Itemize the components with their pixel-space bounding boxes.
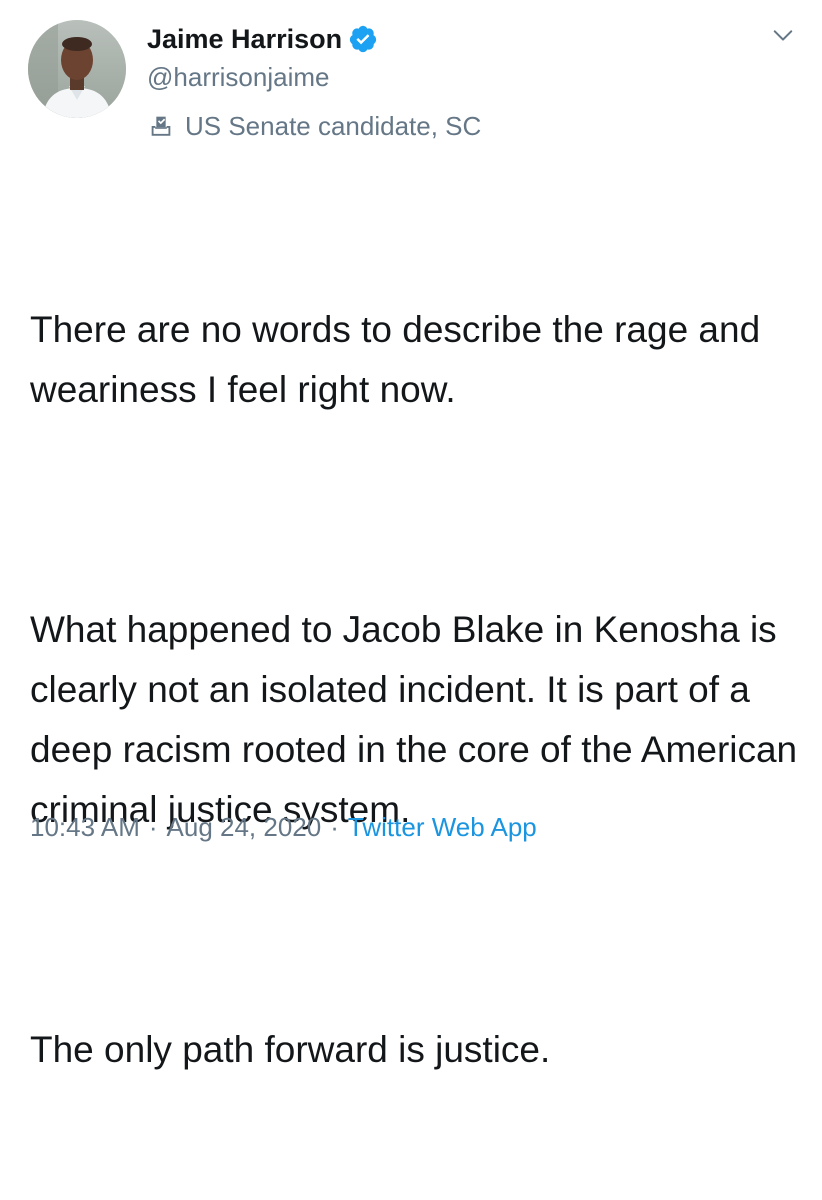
separator: · — [330, 812, 339, 842]
display-name[interactable]: Jaime Harrison — [147, 24, 342, 55]
tweet-paragraph: The only path forward is justice. — [30, 1029, 551, 1070]
chevron-down-icon[interactable] — [772, 24, 794, 46]
profile-photo — [28, 20, 126, 118]
tweet-card: Jaime Harrison @harrisonjaime US Senate … — [0, 0, 822, 1070]
ballot-box-icon — [147, 112, 175, 140]
verified-badge-icon — [348, 24, 378, 54]
separator: · — [148, 812, 158, 842]
tweet-source-link[interactable]: Twitter Web App — [348, 812, 537, 843]
tweet-paragraph: There are no words to describe the rage … — [30, 309, 771, 410]
tweet-date[interactable]: Aug 24, 2020 — [167, 812, 322, 843]
author-name-row: Jaime Harrison — [147, 22, 378, 56]
tweet-metadata: 10:43 AM · Aug 24, 2020 · Twitter Web Ap… — [30, 812, 537, 843]
avatar[interactable] — [28, 20, 126, 118]
tweet-time[interactable]: 10:43 AM — [30, 812, 140, 843]
tweet-text: There are no words to describe the rage … — [30, 180, 800, 1200]
handle[interactable]: @harrisonjaime — [147, 62, 329, 93]
account-label: US Senate candidate, SC — [147, 110, 481, 142]
account-label-text: US Senate candidate, SC — [185, 110, 482, 141]
tweet-paragraph: What happened to Jacob Blake in Kenosha … — [30, 609, 808, 830]
